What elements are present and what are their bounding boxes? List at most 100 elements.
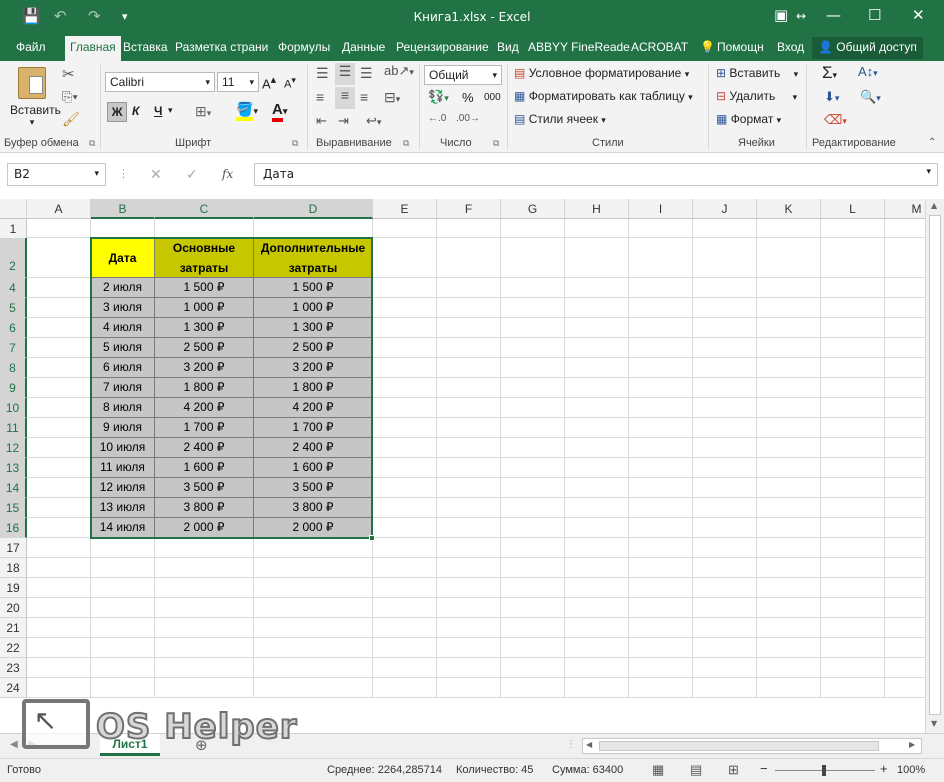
horizontal-scrollbar[interactable]: ◀ ▶: [582, 738, 922, 754]
table-data-cell[interactable]: 3 800 ₽: [254, 498, 373, 518]
tab-sign-in[interactable]: Вход: [777, 40, 804, 54]
share-button[interactable]: 👤 Общий доступ: [812, 37, 923, 59]
align-center-icon[interactable]: ≡: [335, 87, 355, 109]
expand-formula-icon[interactable]: ▾: [926, 167, 931, 177]
row-header-8[interactable]: 8: [0, 358, 27, 378]
table-data-cell[interactable]: 1 700 ₽: [254, 418, 373, 438]
table-data-cell[interactable]: 1 300 ₽: [254, 318, 373, 338]
fill-handle[interactable]: [369, 535, 375, 541]
chevron-down-icon[interactable]: ▾: [168, 105, 173, 116]
dialog-launcher-icon[interactable]: ⧉: [493, 138, 499, 149]
row-header-22[interactable]: 22: [0, 638, 27, 658]
tab-page-layout[interactable]: Разметка страни: [175, 40, 268, 54]
align-middle-icon[interactable]: ☰: [335, 63, 355, 85]
align-bottom-icon[interactable]: ☰: [360, 65, 373, 82]
tab-abbyy[interactable]: ABBYY FineReade: [528, 40, 630, 54]
dialog-launcher-icon[interactable]: ⧉: [292, 138, 298, 149]
column-header-k[interactable]: K: [757, 199, 821, 219]
bold-button[interactable]: Ж: [107, 102, 127, 122]
maximize-button[interactable]: ☐: [868, 6, 881, 24]
table-data-cell[interactable]: 7 июля: [91, 378, 155, 398]
column-header-i[interactable]: I: [629, 199, 693, 219]
column-header-l[interactable]: L: [821, 199, 885, 219]
underline-button[interactable]: Ч: [154, 104, 162, 118]
row-header-14[interactable]: 14: [0, 478, 27, 498]
increase-indent-icon[interactable]: ⇥: [338, 113, 349, 129]
row-header-1[interactable]: 1: [0, 219, 27, 239]
zoom-level[interactable]: 100%: [897, 764, 925, 776]
close-button[interactable]: ✕: [912, 6, 925, 24]
column-header-g[interactable]: G: [501, 199, 565, 219]
table-data-cell[interactable]: 1 500 ₽: [155, 278, 254, 298]
format-painter-icon[interactable]: 🖌: [62, 111, 80, 128]
table-data-cell[interactable]: 3 800 ₽: [155, 498, 254, 518]
italic-button[interactable]: К: [132, 104, 139, 118]
copy-icon[interactable]: ⎘▾: [62, 89, 78, 105]
tab-acrobat[interactable]: ACROBAT: [631, 40, 688, 54]
table-data-cell[interactable]: 6 июля: [91, 358, 155, 378]
format-cells-button[interactable]: ▦ Формат ▾: [716, 112, 781, 126]
merge-icon[interactable]: ⊟▾: [384, 89, 400, 106]
table-header-cell[interactable]: Дополнительные затраты: [254, 238, 373, 278]
table-data-cell[interactable]: 3 500 ₽: [254, 478, 373, 498]
table-data-cell[interactable]: 3 200 ₽: [155, 358, 254, 378]
table-data-cell[interactable]: 4 июля: [91, 318, 155, 338]
page-break-view-icon[interactable]: ⊞: [728, 762, 739, 778]
scroll-left-icon[interactable]: ◀: [586, 740, 592, 749]
table-data-cell[interactable]: 10 июля: [91, 438, 155, 458]
table-header-cell[interactable]: Основные затраты: [155, 238, 254, 278]
decrease-decimal-icon[interactable]: .00→: [456, 113, 480, 124]
table-data-cell[interactable]: 9 июля: [91, 418, 155, 438]
row-header-21[interactable]: 21: [0, 618, 27, 638]
column-header-j[interactable]: J: [693, 199, 757, 219]
tab-file[interactable]: Файл: [16, 40, 46, 54]
horizontal-scroll-thumb[interactable]: [599, 741, 879, 751]
clear-icon[interactable]: ⌫▾: [824, 112, 847, 128]
align-left-icon[interactable]: ≡: [316, 89, 324, 105]
row-header-23[interactable]: 23: [0, 658, 27, 678]
thousands-icon[interactable]: 000: [484, 92, 501, 103]
number-format-select[interactable]: Общий ▾: [424, 65, 502, 85]
table-data-cell[interactable]: 3 500 ₽: [155, 478, 254, 498]
table-data-cell[interactable]: 1 700 ₽: [155, 418, 254, 438]
format-as-table-button[interactable]: ▦ Форматировать как таблицу ▾: [514, 89, 693, 103]
name-box[interactable]: B2 ▾: [7, 163, 106, 186]
table-data-cell[interactable]: 2 000 ₽: [155, 518, 254, 538]
column-header-h[interactable]: H: [565, 199, 629, 219]
tab-formulas[interactable]: Формулы: [278, 40, 330, 54]
select-all-corner[interactable]: [0, 199, 27, 219]
row-header-24[interactable]: 24: [0, 678, 27, 698]
table-data-cell[interactable]: 1 300 ₽: [155, 318, 254, 338]
dialog-launcher-icon[interactable]: ⧉: [89, 138, 95, 149]
row-header-11[interactable]: 11: [0, 418, 27, 438]
wrap-text-icon[interactable]: ↩▾: [366, 113, 381, 129]
scroll-up-icon[interactable]: ▲: [931, 201, 937, 210]
decrease-indent-icon[interactable]: ⇤: [316, 113, 327, 129]
zoom-slider-thumb[interactable]: [822, 765, 826, 776]
align-right-icon[interactable]: ≡: [360, 89, 368, 105]
resize-icon[interactable]: ↔: [796, 9, 806, 23]
table-data-cell[interactable]: 2 500 ₽: [254, 338, 373, 358]
align-top-icon[interactable]: ☰: [316, 65, 329, 82]
delete-cells-button[interactable]: ⊟ Удалить ▾: [716, 89, 797, 103]
autosum-icon[interactable]: Σ▾: [822, 63, 837, 83]
tab-tell-me[interactable]: Помощн: [717, 40, 764, 54]
row-header-10[interactable]: 10: [0, 398, 27, 418]
font-color-icon[interactable]: A▾: [272, 101, 287, 122]
column-header-a[interactable]: A: [27, 199, 91, 219]
decrease-font-icon[interactable]: A▾: [284, 75, 296, 91]
percent-icon[interactable]: %: [462, 90, 474, 105]
table-data-cell[interactable]: 13 июля: [91, 498, 155, 518]
vertical-scroll-thumb[interactable]: [929, 215, 941, 715]
ribbon-display-icon[interactable]: ▣: [774, 6, 788, 24]
row-header-13[interactable]: 13: [0, 458, 27, 478]
table-data-cell[interactable]: 2 400 ₽: [155, 438, 254, 458]
table-data-cell[interactable]: 11 июля: [91, 458, 155, 478]
tab-home[interactable]: Главная: [65, 36, 121, 61]
row-header-20[interactable]: 20: [0, 598, 27, 618]
insert-cells-button[interactable]: ⊞ Вставить ▾: [716, 66, 798, 80]
column-header-b[interactable]: B: [91, 199, 155, 219]
table-header-cell[interactable]: Дата: [91, 238, 155, 278]
collapse-ribbon-icon[interactable]: ⌃: [928, 137, 936, 148]
table-data-cell[interactable]: 2 500 ₽: [155, 338, 254, 358]
